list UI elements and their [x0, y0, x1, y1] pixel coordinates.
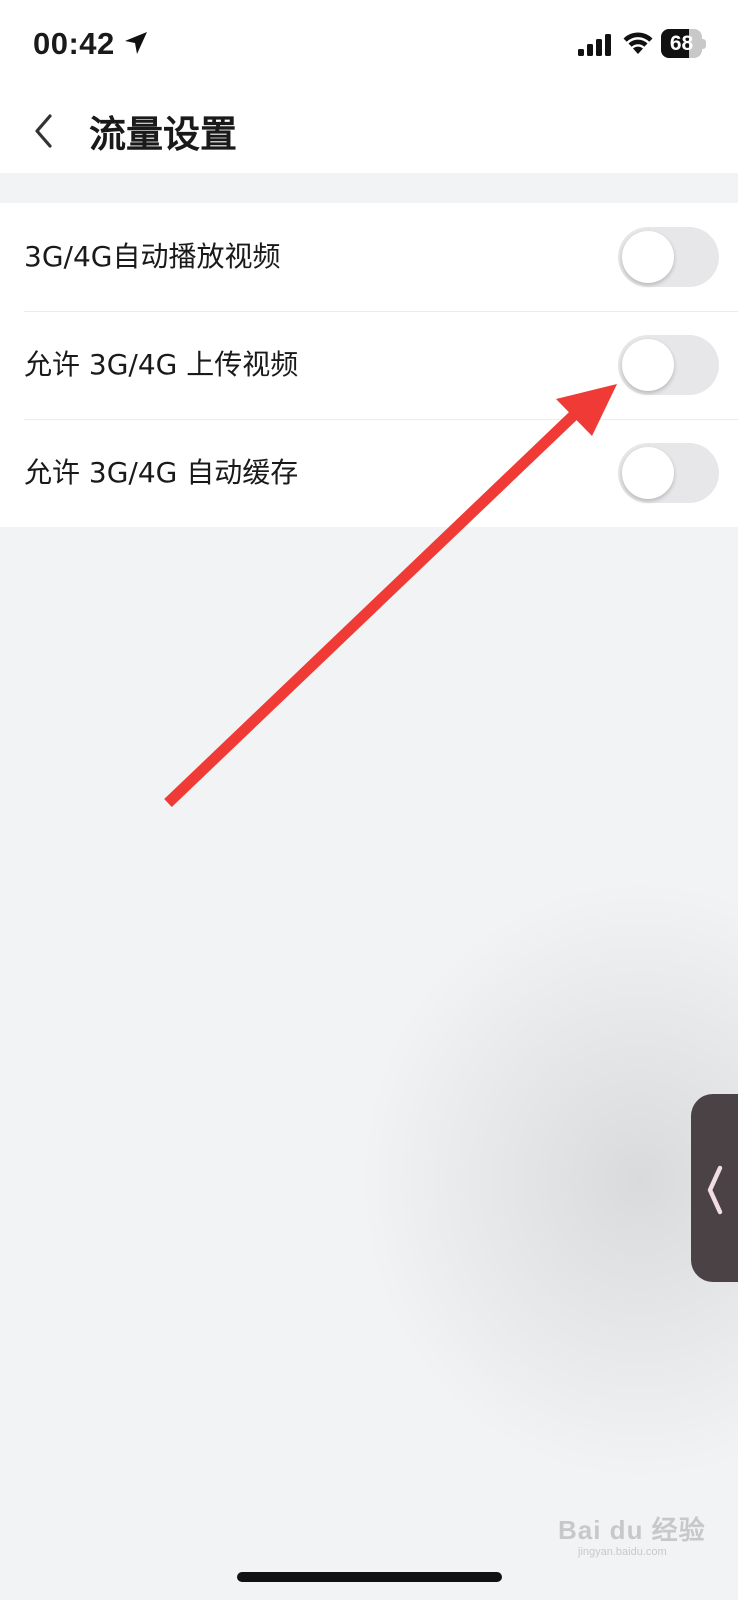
upload-toggle[interactable] [618, 335, 719, 395]
location-arrow-icon [125, 32, 147, 54]
autoplay-toggle[interactable] [618, 227, 719, 287]
battery-body: 68 [661, 29, 702, 58]
toggle-knob [622, 447, 674, 499]
status-bar: 00:42 68 [0, 0, 738, 88]
handle-shadow [360, 880, 738, 1480]
battery-level: 68 [669, 32, 694, 55]
chevron-left-icon [707, 1165, 723, 1215]
setting-row-autoplay: 3G/4G自动播放视频 [0, 203, 738, 311]
toggle-knob [622, 231, 674, 283]
chevron-left-icon[interactable] [28, 110, 60, 152]
home-indicator[interactable] [237, 1572, 502, 1582]
setting-label: 允许 3G/4G 上传视频 [24, 348, 299, 381]
cellular-signal-icon [578, 34, 611, 56]
page-title: 流量设置 [89, 113, 237, 156]
settings-list: 3G/4G自动播放视频 允许 3G/4G 上传视频 允许 3G/4G 自动缓存 [0, 203, 738, 527]
setting-label: 允许 3G/4G 自动缓存 [24, 456, 299, 489]
watermark-url: jingyan.baidu.com [578, 1546, 667, 1558]
watermark: Bai du 经验 [558, 1515, 706, 1545]
screen: 00:42 68 流量设置 3G/4G自动播放视频 允许 3G/4G 上传视频 … [0, 0, 738, 1600]
setting-row-upload: 允许 3G/4G 上传视频 [0, 311, 738, 419]
battery-cap [702, 39, 706, 49]
setting-row-cache: 允许 3G/4G 自动缓存 [0, 419, 738, 527]
nav-header: 流量设置 [0, 88, 738, 173]
status-time: 00:42 [33, 26, 115, 61]
cache-toggle[interactable] [618, 443, 719, 503]
toggle-knob [622, 339, 674, 391]
battery-icon: 68 [661, 29, 706, 58]
floating-handle[interactable] [691, 1094, 738, 1282]
wifi-icon [623, 32, 653, 54]
setting-label: 3G/4G自动播放视频 [24, 240, 281, 273]
